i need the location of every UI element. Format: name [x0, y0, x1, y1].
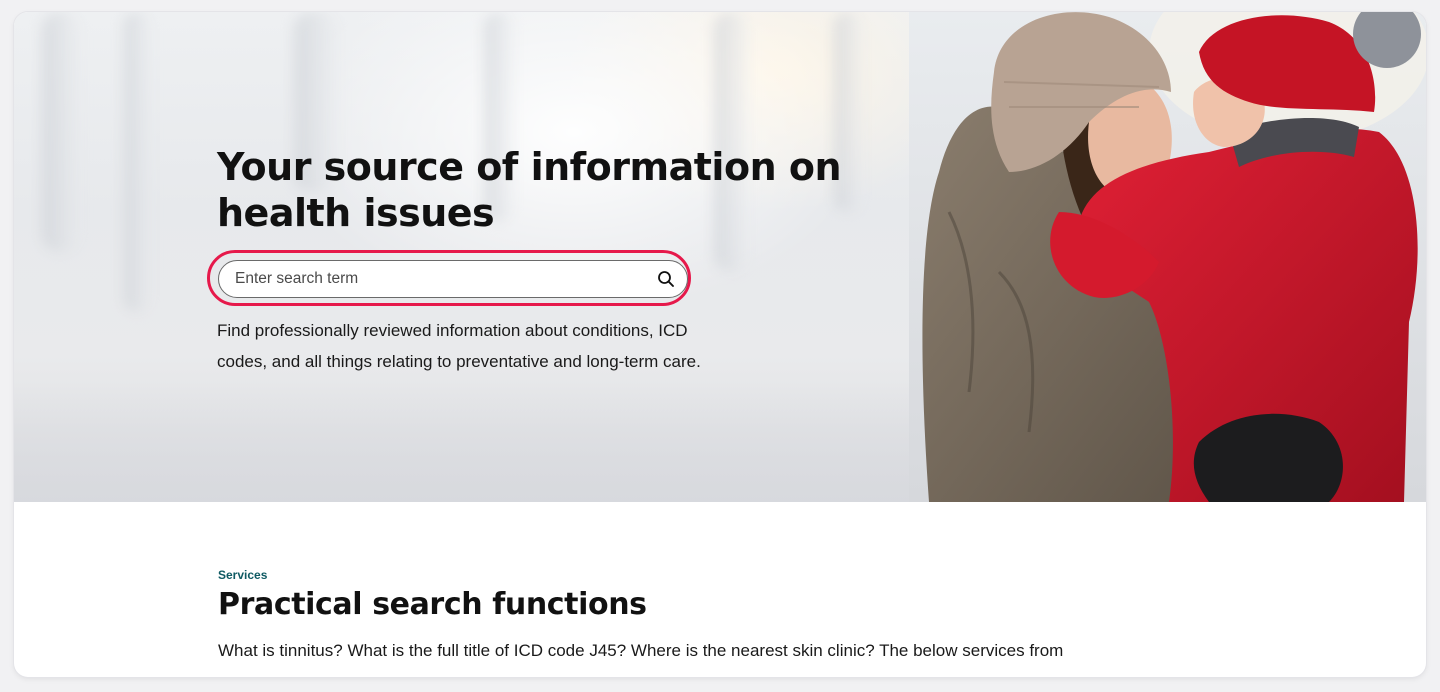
background-tree [124, 12, 150, 312]
search-icon [658, 271, 674, 287]
page-frame: Your source of information on health iss… [14, 12, 1426, 677]
search-button[interactable] [653, 266, 679, 292]
search-input[interactable] [235, 261, 635, 296]
background-tree [42, 12, 80, 252]
snow-ground [14, 382, 954, 502]
services-eyebrow: Services [218, 568, 268, 582]
hero-photo [909, 12, 1426, 502]
services-title: Practical search functions [218, 587, 647, 622]
hero-content: Your source of information on health iss… [207, 144, 937, 371]
hero-title: Your source of information on health iss… [217, 145, 842, 235]
hero-description: Find professionally reviewed information… [217, 321, 701, 371]
hero-section: Your source of information on health iss… [14, 12, 1426, 502]
search-box[interactable] [218, 260, 688, 298]
services-intro: What is tinnitus? What is the full title… [218, 641, 1064, 660]
services-section: Services Practical search functions What… [218, 568, 1218, 664]
